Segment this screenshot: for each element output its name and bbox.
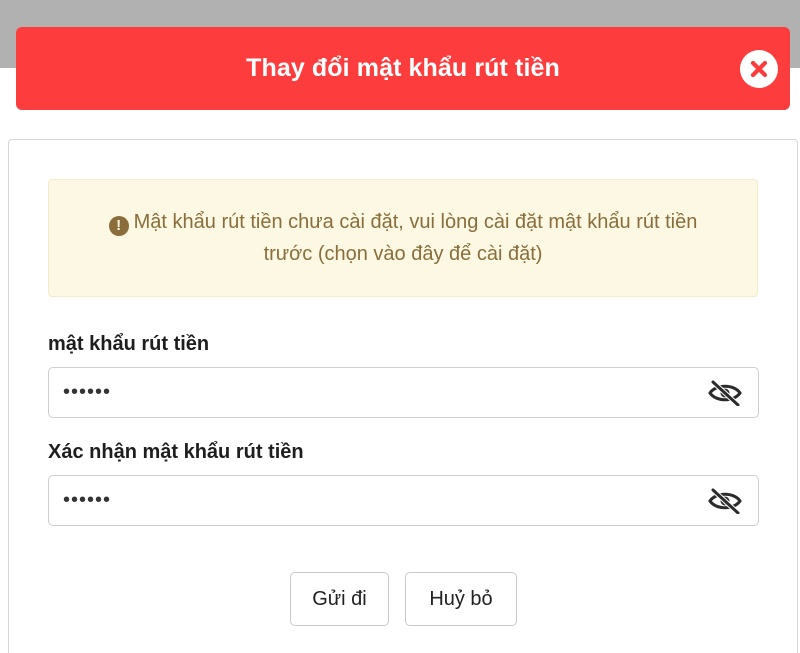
password-field-wrapper <box>48 367 759 418</box>
alert-content: ! Mật khẩu rút tiền chưa cài đặt, vui lòn… <box>89 206 717 270</box>
eye-slash-icon[interactable] <box>708 380 742 406</box>
exclamation-circle-icon: ! <box>108 216 129 236</box>
password-not-set-alert[interactable]: ! Mật khẩu rút tiền chưa cài đặt, vui lòn… <box>48 179 758 297</box>
confirm-password-field-wrapper <box>48 475 759 526</box>
confirm-password-input[interactable] <box>49 476 689 525</box>
eye-slash-icon[interactable] <box>708 488 742 514</box>
close-circle-icon <box>750 60 768 78</box>
alert-message: Mật khẩu rút tiền chưa cài đặt, vui lòng… <box>133 211 698 265</box>
modal-title: Thay đổi mật khẩu rút tiền <box>246 54 560 82</box>
submit-button[interactable]: Gửi đi <box>290 572 389 626</box>
confirm-password-label: Xác nhận mật khẩu rút tiền <box>48 441 304 463</box>
close-button[interactable] <box>740 50 778 88</box>
cancel-button[interactable]: Huỷ bỏ <box>405 572 517 626</box>
password-input[interactable] <box>49 368 689 417</box>
password-label: mật khẩu rút tiền <box>48 333 210 355</box>
modal-header: Thay đổi mật khẩu rút tiền <box>16 27 790 110</box>
